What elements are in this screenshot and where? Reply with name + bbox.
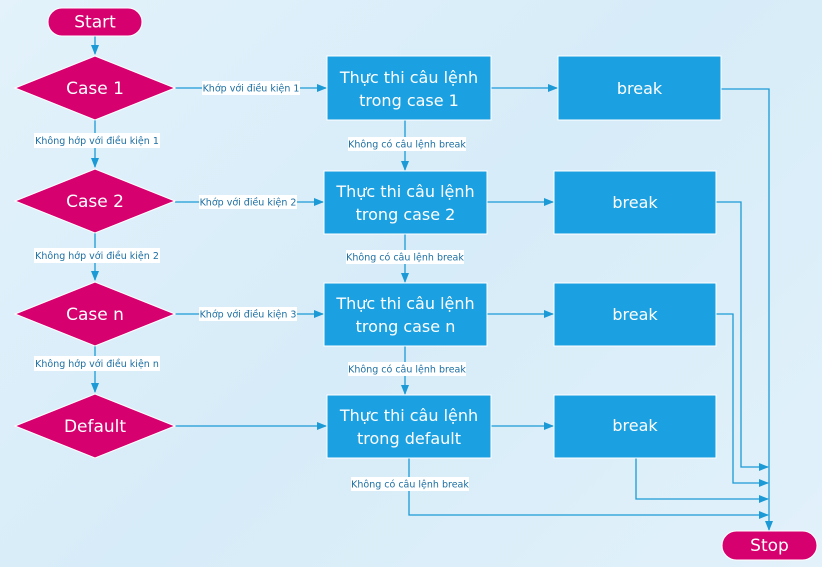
start-terminal: Start (47, 7, 143, 37)
decision-label: Case n (66, 305, 124, 325)
flowchart: Khớp với điều kiện 1 Khớp với điều kiện … (13, 7, 818, 561)
decision-case2: Case 2 (13, 168, 177, 234)
decision-default: Default (13, 393, 177, 459)
no-break-label-casen: Không có câu lệnh break (348, 365, 466, 376)
no-break-label-case2: Không có câu lệnh break (346, 253, 464, 264)
edge-break2-to-stop (716, 201, 769, 471)
process-case2: Thực thi câu lệnh trong case 2 (323, 170, 488, 235)
break-label: break (612, 305, 658, 324)
no-match-label-casen: Không hớp với điều kiện n (35, 359, 159, 370)
process-line1: Thực thi câu lệnh (339, 68, 478, 87)
start-label: Start (74, 13, 116, 33)
no-break-label-case1: Không có câu lệnh break (348, 140, 466, 151)
decision-label: Case 1 (66, 79, 124, 99)
stop-label: Stop (750, 536, 789, 556)
match-label-casen: Khớp với điều kiện 3 (200, 310, 297, 321)
process-casen: Thực thi câu lệnh trong case n (323, 282, 488, 347)
break-default: break (553, 394, 717, 459)
process-line1: Thực thi câu lệnh (335, 294, 474, 313)
decision-casen: Case n (13, 281, 177, 347)
stop-terminal: Stop (721, 530, 818, 561)
decision-case1: Case 1 (13, 55, 177, 121)
no-match-label-case1: Không hớp với điều kiện 1 (35, 136, 159, 147)
no-break-label-default: Không có câu lệnh break (351, 480, 469, 491)
process-line2: trong case 2 (356, 205, 456, 224)
break-casen: break (553, 282, 717, 347)
break-case1: break (557, 55, 722, 121)
break-label: break (617, 79, 663, 98)
process-line1: Thực thi câu lệnh (335, 182, 474, 201)
edge-breakn-to-stop (716, 313, 769, 487)
process-line2: trong case 1 (359, 91, 459, 110)
edge-break1-to-stop (721, 88, 773, 531)
process-line2: trong case n (356, 317, 456, 336)
match-label-case1: Khớp với điều kiện 1 (203, 84, 300, 95)
decision-label: Default (64, 417, 126, 437)
break-label: break (612, 193, 658, 212)
break-case2: break (553, 170, 717, 235)
process-line1: Thực thi câu lệnh (339, 406, 478, 425)
edge-breakdefault-to-stop (635, 458, 769, 503)
break-label: break (612, 416, 658, 435)
no-match-label-case2: Không hớp với điều kiện 2 (35, 251, 159, 262)
process-line2: trong default (357, 429, 461, 448)
match-label-case2: Khớp với điều kiện 2 (200, 198, 297, 209)
process-default: Thực thi câu lệnh trong default (326, 394, 492, 459)
process-case1: Thực thi câu lệnh trong case 1 (326, 55, 492, 121)
decision-label: Case 2 (66, 192, 124, 212)
